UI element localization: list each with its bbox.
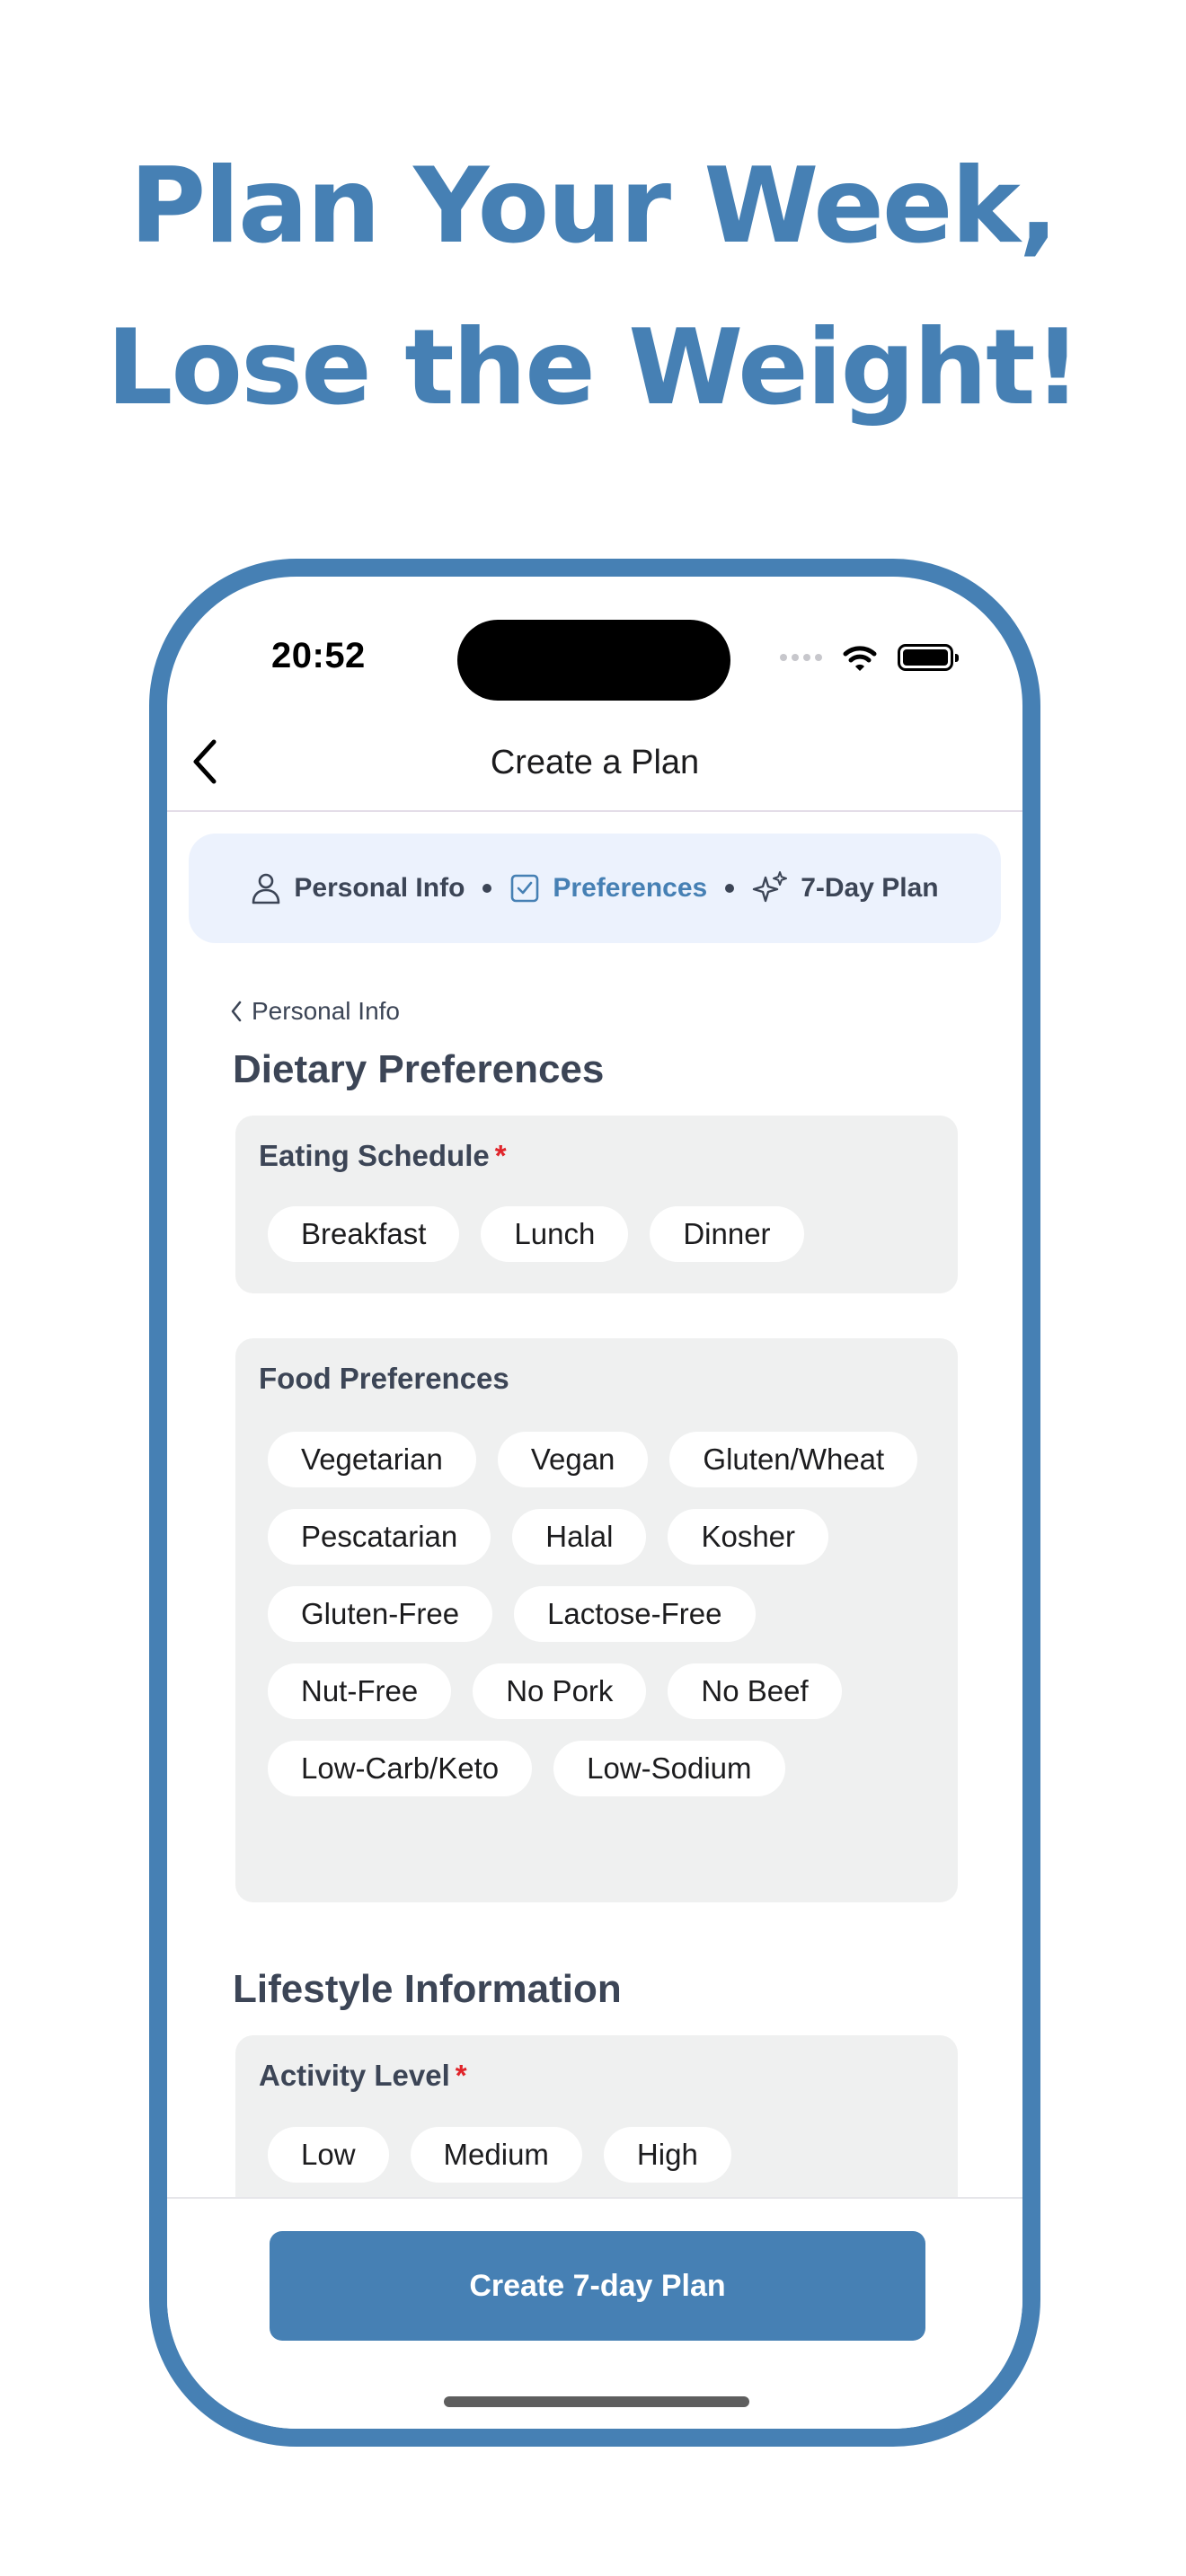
chip-activity-medium[interactable]: Medium: [410, 2127, 582, 2183]
chip-activity-high[interactable]: High: [603, 2127, 731, 2183]
chip-activity-low[interactable]: Low: [268, 2127, 389, 2183]
step-separator: [482, 884, 492, 893]
chip-pescatarian[interactable]: Pescatarian: [268, 1509, 491, 1565]
chip-breakfast[interactable]: Breakfast: [268, 1206, 460, 1262]
chip-no-pork[interactable]: No Pork: [473, 1663, 647, 1719]
back-link-label: Personal Info: [252, 997, 400, 1025]
step-preferences[interactable]: Preferences: [509, 873, 707, 904]
app-screen: 20:52 Create a Plan Personal Info Prefer…: [167, 577, 1022, 2429]
chip-vegetarian[interactable]: Vegetarian: [268, 1432, 476, 1487]
phone-frame: 20:52 Create a Plan Personal Info Prefer…: [149, 559, 1040, 2447]
progress-stepper: Personal Info Preferences 7-Day Plan: [189, 834, 1001, 943]
status-indicators: [780, 641, 959, 674]
checkbox-icon: [511, 874, 539, 903]
eating-schedule-card: Eating Schedule * Breakfast Lunch Dinner: [235, 1116, 958, 1293]
home-indicator: [444, 2396, 749, 2407]
create-plan-button[interactable]: Create 7-day Plan: [270, 2231, 925, 2341]
back-to-personal-info-link[interactable]: Personal Info: [230, 997, 400, 1026]
step-7-day-plan[interactable]: 7-Day Plan: [752, 870, 939, 906]
chip-halal[interactable]: Halal: [512, 1509, 647, 1565]
chip-nut-free[interactable]: Nut-Free: [268, 1663, 452, 1719]
food-preferences-card: Food Preferences Vegetarian Vegan Gluten…: [235, 1338, 958, 1902]
navigation-bar: Create a Plan: [167, 713, 1022, 812]
chip-low-carb-keto[interactable]: Low-Carb/Keto: [268, 1741, 533, 1796]
food-preferences-label: Food Preferences: [259, 1362, 509, 1395]
chip-vegan[interactable]: Vegan: [497, 1432, 649, 1487]
form-content: Personal Info Dietary Preferences Eating…: [167, 943, 1022, 2197]
footer-bar: Create 7-day Plan: [167, 2197, 1022, 2429]
promo-headline: Plan Your Week, Lose the Weight!: [0, 126, 1186, 449]
section-title-lifestyle: Lifestyle Information: [233, 1967, 622, 2011]
step-personal-info[interactable]: Personal Info: [251, 872, 465, 904]
required-indicator: *: [494, 1139, 507, 1172]
activity-level-options: Low Medium High: [268, 2127, 925, 2183]
required-indicator: *: [455, 2059, 467, 2092]
headline-line-1: Plan Your Week,: [129, 146, 1058, 267]
chip-gluten-free[interactable]: Gluten-Free: [268, 1586, 493, 1642]
step-label: Personal Info: [294, 873, 465, 903]
step-separator: [725, 884, 735, 893]
chip-kosher[interactable]: Kosher: [668, 1509, 829, 1565]
eating-schedule-label: Eating Schedule *: [259, 1139, 507, 1173]
chip-gluten-wheat[interactable]: Gluten/Wheat: [669, 1432, 918, 1487]
chip-lactose-free[interactable]: Lactose-Free: [514, 1586, 756, 1642]
chip-lunch[interactable]: Lunch: [481, 1206, 629, 1262]
cellular-signal-icon: [780, 654, 822, 661]
chip-no-beef[interactable]: No Beef: [668, 1663, 842, 1719]
field-label: Eating Schedule: [259, 1139, 490, 1172]
eating-schedule-options: Breakfast Lunch Dinner: [268, 1206, 925, 1262]
sparkles-icon: [753, 871, 788, 903]
person-icon: [252, 873, 280, 904]
headline-line-2: Lose the Weight!: [106, 307, 1081, 428]
battery-icon: [898, 644, 959, 671]
field-label: Activity Level: [259, 2059, 450, 2092]
status-time: 20:52: [271, 636, 366, 675]
step-label: Preferences: [553, 873, 708, 903]
food-preferences-options: Vegetarian Vegan Gluten/Wheat Pescataria…: [268, 1432, 925, 1796]
activity-level-card: Activity Level * Low Medium High: [235, 2035, 958, 2197]
step-label: 7-Day Plan: [801, 873, 939, 903]
dynamic-island: [457, 620, 730, 701]
chevron-left-icon: [231, 1001, 242, 1022]
chip-low-sodium[interactable]: Low-Sodium: [553, 1741, 785, 1796]
page-title: Create a Plan: [490, 744, 700, 781]
section-title-dietary: Dietary Preferences: [233, 1047, 605, 1091]
activity-level-label: Activity Level *: [259, 2059, 467, 2093]
chip-dinner[interactable]: Dinner: [650, 1206, 804, 1262]
wifi-icon: [843, 646, 877, 671]
